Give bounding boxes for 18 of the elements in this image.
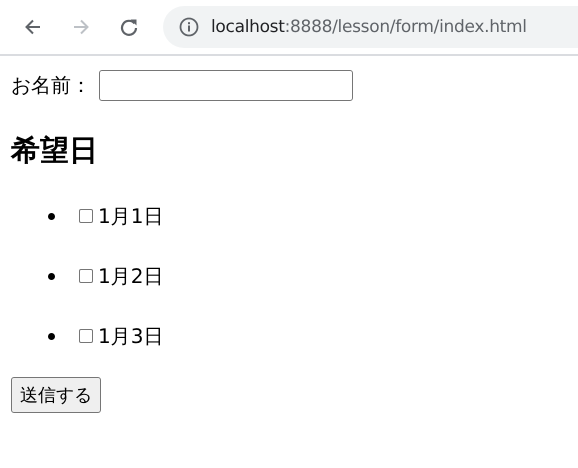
bullet [48, 212, 55, 220]
name-label: お名前： [11, 72, 91, 99]
date-label: 1月1日 [98, 202, 164, 230]
reload-icon[interactable] [119, 17, 139, 37]
date-label: 1月3日 [98, 322, 164, 350]
info-icon[interactable] [179, 17, 199, 37]
checkbox[interactable] [79, 209, 93, 223]
checkbox[interactable] [79, 329, 93, 343]
name-input-field[interactable] [99, 70, 353, 101]
checkbox[interactable] [79, 269, 93, 283]
bullet [48, 332, 55, 340]
back-icon[interactable] [23, 17, 43, 37]
bullet [48, 272, 55, 280]
section-heading: 希望日 [11, 132, 99, 169]
url-text: localhost:8888/lesson/form/index.html [211, 17, 527, 37]
address-bar[interactable]: localhost:8888/lesson/form/index.html [163, 6, 578, 48]
submit-button[interactable]: 送信する [11, 377, 101, 413]
date-label: 1月2日 [98, 262, 164, 290]
